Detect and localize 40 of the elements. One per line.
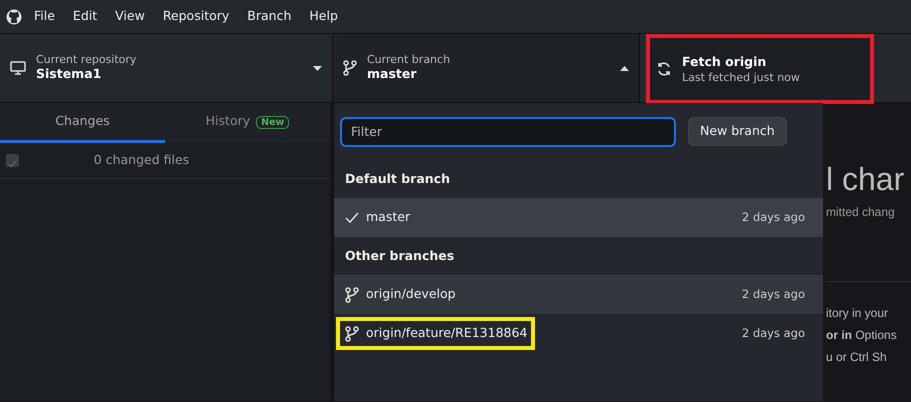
new-badge: New <box>256 116 290 130</box>
group-header: Other branches <box>344 246 456 265</box>
dropdown-row[interactable]: origin/feature/RE1318864 2 days ago <box>334 314 823 353</box>
branch-icon <box>343 60 357 76</box>
section-value: master <box>367 66 418 83</box>
branch-time: 2 days ago <box>742 208 805 226</box>
caret-icon <box>313 66 322 70</box>
dropdown-row[interactable]: master 2 days ago <box>334 198 823 237</box>
branch-time: 2 days ago <box>742 286 805 303</box>
section-label: Current branch <box>367 53 452 66</box>
hint-text: u or Ctrl Sh <box>826 349 888 366</box>
menu-item[interactable]: Branch <box>238 7 300 26</box>
logo-icon <box>6 8 22 24</box>
menu-item[interactable]: Help <box>300 7 347 26</box>
menu-item[interactable]: View <box>106 7 154 26</box>
hint-text: or in Options <box>826 327 898 344</box>
new-branch-button[interactable]: New branch <box>688 117 787 146</box>
menu-item[interactable]: File <box>25 7 64 26</box>
fetch-button[interactable]: Fetch origin Last fetched just now <box>646 34 874 104</box>
section-value: Sistema1 <box>36 66 102 83</box>
highlighted-name: origin/feature/RE1318864 <box>336 317 536 350</box>
hint-text: itory in your <box>826 305 890 322</box>
monitor-icon <box>10 60 26 76</box>
changed-files-count: 0 changed files <box>92 151 190 170</box>
section-label: Last fetched just now <box>682 70 801 84</box>
dropdown-row[interactable]: origin/develop 2 days ago <box>334 275 823 314</box>
heading-text: l char <box>826 163 906 195</box>
filter-field[interactable]: Filter <box>340 116 676 146</box>
tab[interactable]: Changes <box>0 103 165 143</box>
sync-icon <box>656 61 672 77</box>
section-label: Current repository <box>36 53 138 66</box>
branch-selector[interactable]: Current branch master <box>333 34 640 102</box>
menu-item[interactable]: Repository <box>154 7 238 26</box>
tab[interactable]: History New <box>165 103 330 143</box>
group-header: Default branch <box>344 170 451 188</box>
caret-icon <box>620 66 629 70</box>
branch-time: 2 days ago <box>742 324 805 342</box>
subtitle-text: mitted chang <box>826 204 896 221</box>
section-value: Fetch origin <box>682 54 768 71</box>
menu-item[interactable]: Edit <box>64 7 106 26</box>
